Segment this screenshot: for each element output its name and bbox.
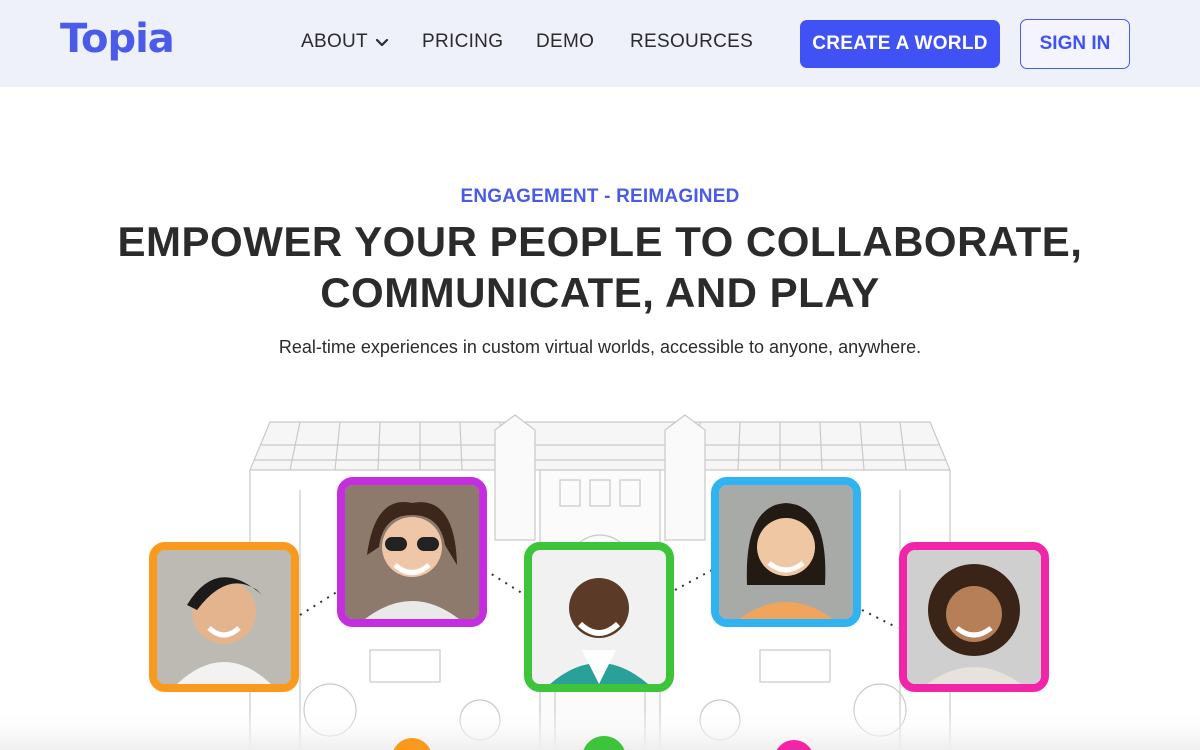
avatar-blue <box>711 477 861 627</box>
avatar-purple <box>337 477 487 627</box>
create-world-button[interactable]: CREATE A WORLD <box>800 20 1000 68</box>
nav-pricing[interactable]: PRICING <box>422 31 503 53</box>
chevron-down-icon[interactable] <box>375 36 389 50</box>
headline-line-2: COMMUNICATE, AND PLAY <box>320 269 880 316</box>
avatar-pink <box>899 542 1049 692</box>
hero-illustration <box>0 410 1200 750</box>
hero-eyebrow: ENGAGEMENT - REIMAGINED <box>460 186 740 207</box>
headline-line-1: EMPOWER YOUR PEOPLE TO COLLABORATE, <box>117 218 1083 265</box>
hero-subhead: Real-time experiences in custom virtual … <box>278 337 922 357</box>
avatar-green <box>524 542 674 692</box>
svg-text:Topia: Topia <box>60 16 172 62</box>
avatar-orange <box>149 542 299 692</box>
topia-logo[interactable]: Topia <box>60 14 175 72</box>
hero-headline: EMPOWER YOUR PEOPLE TO COLLABORATE, COMM… <box>100 216 1100 318</box>
nav-about[interactable]: ABOUT <box>301 31 368 53</box>
nav-demo[interactable]: DEMO <box>536 31 594 53</box>
nav-resources[interactable]: RESOURCES <box>630 31 753 53</box>
sign-in-button[interactable]: SIGN IN <box>1020 19 1130 69</box>
site-header: Topia ABOUT PRICING DEMO RESOURCES CREAT… <box>0 0 1200 87</box>
